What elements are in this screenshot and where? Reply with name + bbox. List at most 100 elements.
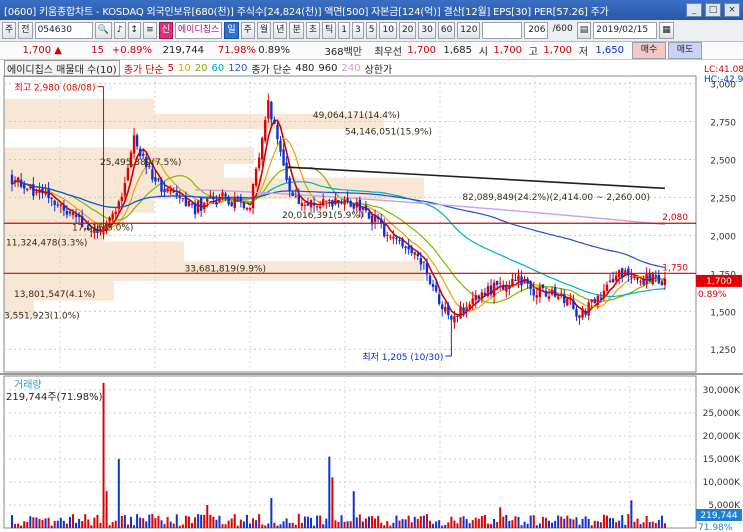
volume-bar: [245, 514, 248, 528]
low-annotation: 최저 1,205 (10/30): [362, 352, 443, 363]
minute-button-20[interactable]: 20: [398, 22, 417, 39]
volume-y-tick: 30,000K: [703, 386, 741, 396]
period-button-day[interactable]: 일: [224, 22, 239, 39]
volume-bar: [557, 515, 560, 528]
volume-profile-bar: [4, 98, 154, 114]
minute-button-10[interactable]: 10: [379, 22, 397, 39]
volume-bar: [267, 523, 270, 528]
sell-button[interactable]: 매도: [668, 42, 702, 59]
volume-bar: [349, 521, 352, 528]
volume-bar: [133, 525, 136, 528]
candle-body: [401, 238, 404, 247]
candle-body: [346, 198, 349, 202]
volume-bar: [252, 518, 255, 528]
volume-bar: [444, 524, 447, 528]
minute-button-30[interactable]: 30: [418, 22, 436, 39]
stock-badge: 신: [158, 22, 173, 39]
period-button-tick[interactable]: 틱: [322, 22, 337, 39]
volume-bar: [630, 500, 633, 528]
candle-body: [53, 200, 56, 206]
minimize-button[interactable]: _: [686, 3, 702, 17]
chart-icon[interactable]: ▤: [576, 22, 592, 39]
candle-body: [477, 295, 481, 299]
volume-bar: [316, 515, 319, 528]
candle-body: [633, 276, 636, 278]
candle-body: [276, 124, 279, 140]
candle-body: [209, 196, 212, 198]
date-input[interactable]: 2019/02/15: [593, 22, 658, 39]
candle-body: [428, 275, 432, 284]
candle-body: [514, 279, 517, 281]
volume-bar: [87, 519, 90, 528]
speaker-icon[interactable]: ♪: [113, 22, 126, 39]
price-chart[interactable]: 3,0002,7502,5002,2502,0001,7501,5001,250…: [0, 60, 743, 532]
period-button-year[interactable]: 년: [273, 22, 288, 39]
candle-body: [495, 281, 499, 285]
minute-button-3[interactable]: 3: [352, 22, 364, 39]
sort-icon[interactable]: ↕: [127, 22, 142, 39]
candle-body: [224, 193, 227, 196]
candle-body: [294, 196, 297, 198]
candle-body: [389, 236, 392, 238]
volume-bar: [660, 515, 663, 528]
candle-body: [358, 199, 362, 211]
stock-code-input[interactable]: 054630: [34, 22, 93, 39]
candle-body: [367, 212, 371, 219]
list-icon[interactable]: ≡: [143, 22, 157, 39]
minute-button-5[interactable]: 5: [365, 22, 378, 39]
volume-bar: [517, 516, 520, 528]
candle-body: [352, 203, 355, 209]
period-button-second[interactable]: 초: [305, 22, 320, 39]
lc-label: LC:41.08: [704, 65, 743, 75]
minute-button-60[interactable]: 60: [437, 22, 456, 39]
volume-value: 219,744: [162, 45, 204, 56]
close-button[interactable]: ×: [724, 3, 740, 17]
volume-bar: [291, 522, 294, 528]
candle-body: [462, 307, 465, 314]
count-input[interactable]: 206: [524, 22, 549, 39]
candle-body: [431, 283, 435, 287]
candle-body: [538, 287, 542, 298]
volume-bar: [615, 522, 618, 528]
candle-body: [71, 212, 75, 216]
volume-bar: [383, 525, 386, 528]
calendar-icon[interactable]: ▦: [659, 22, 674, 39]
volume-bar: [413, 516, 416, 528]
candle-body: [203, 203, 206, 210]
candle-body: [328, 200, 331, 202]
custom-period-input[interactable]: [482, 22, 523, 39]
volume-bar: [392, 522, 395, 528]
volume-bar: [47, 517, 50, 528]
volume-bar: [520, 525, 523, 528]
search-icon[interactable]: 🔍: [94, 22, 112, 39]
candle-body: [154, 177, 157, 182]
volume-bar: [529, 515, 532, 528]
volume-bar: [465, 519, 468, 528]
period-button-month[interactable]: 월: [256, 22, 272, 39]
candle-body: [486, 285, 490, 297]
tab-main[interactable]: 주: [2, 22, 17, 39]
volume-bar: [20, 525, 23, 528]
candle-body: [651, 272, 654, 285]
candle-body: [62, 205, 66, 211]
candle-body: [193, 202, 197, 215]
candle-body: [163, 188, 166, 193]
candle-body: [441, 304, 444, 310]
volume-profile-label: 49,064,171(14.4%): [313, 111, 400, 121]
candle-body: [587, 302, 590, 316]
buy-button[interactable]: 매수: [632, 42, 666, 59]
candle-body: [260, 137, 264, 160]
minute-button-120[interactable]: 120: [457, 22, 481, 39]
period-button-week[interactable]: 주: [240, 22, 255, 39]
minute-button-1[interactable]: 1: [338, 22, 351, 39]
restore-button[interactable]: □: [705, 3, 721, 17]
candle-body: [303, 204, 307, 206]
chart-grid: 3,0002,7502,5002,2502,0001,7501,5001,250: [0, 75, 743, 529]
volume-profile-label: 17,016(5.0%): [72, 223, 133, 233]
volume-bar: [441, 525, 444, 528]
volume-bar: [191, 522, 194, 528]
period-button-minute[interactable]: 분: [289, 22, 304, 39]
tab-all[interactable]: 전: [18, 22, 33, 39]
volume-bar: [288, 522, 291, 528]
y-tick-label: 1,250: [710, 346, 736, 356]
